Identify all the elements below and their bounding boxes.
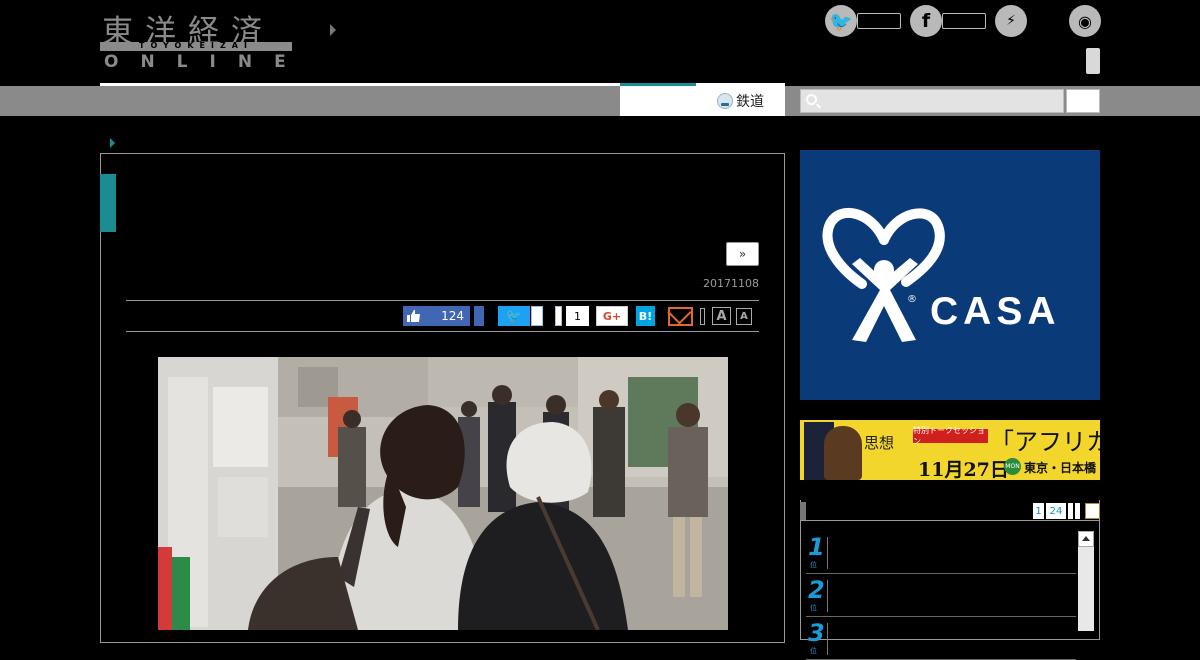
pocket-count: 1 xyxy=(566,306,589,326)
twitter-follow-count xyxy=(857,13,901,29)
casa-registered-mark: ® xyxy=(907,294,917,305)
tweet-button[interactable]: 🐦 xyxy=(498,306,530,326)
share-divider-top xyxy=(126,300,759,301)
print-button[interactable] xyxy=(700,308,705,325)
ranking-item[interactable]: 2 位 xyxy=(806,574,1076,617)
ranking-number: 2 xyxy=(808,576,825,604)
facebook-glyph: f xyxy=(921,10,931,32)
ranking-separator xyxy=(827,580,828,612)
ranking-separator xyxy=(827,537,828,569)
nav-tab-rail-label: 鉄道 xyxy=(736,94,764,110)
chevron-right-icon[interactable] xyxy=(330,24,336,36)
breadcrumb-arrow-icon xyxy=(110,138,115,148)
font-size-large-button[interactable]: A xyxy=(712,307,731,325)
ranking-number: 3 xyxy=(808,619,825,647)
ad-event-label: 特別トークセッション xyxy=(913,426,988,446)
ranking-item[interactable]: 1 位 xyxy=(806,531,1076,574)
facebook-share-button[interactable] xyxy=(474,306,484,326)
train-icon xyxy=(717,93,733,109)
font-size-small-button[interactable]: A xyxy=(736,308,752,325)
site-logo[interactable]: 東洋経済 TOYOKEIZAI ONLINE xyxy=(100,6,294,72)
ranking-suffix: 位 xyxy=(810,561,817,569)
logo-online: ONLINE xyxy=(104,52,308,72)
casa-logo-icon xyxy=(822,207,945,342)
ad-banner-africa[interactable]: 思想 特別トークセッション 「アフリカ」 11月27日 MON 東京・日本橋 xyxy=(800,420,1100,480)
article-photo xyxy=(158,357,728,630)
twitter-glyph: 🐦 xyxy=(829,10,853,33)
ad-banner-casa[interactable]: ® CASA xyxy=(800,150,1100,400)
ad-event-title: 「アフリカ」 xyxy=(990,428,1100,456)
search-button[interactable] xyxy=(1066,89,1100,113)
rss-glyph: ◉ xyxy=(1078,11,1092,31)
facebook-like-count: 124 xyxy=(441,309,464,323)
next-page-button[interactable]: » xyxy=(726,242,759,266)
ad-event-date: 11月27日 xyxy=(918,459,1009,480)
search-icon xyxy=(806,94,817,105)
messenger-glyph: ⚡ xyxy=(1006,13,1016,29)
header-menu-button[interactable] xyxy=(1086,48,1100,74)
rss-icon[interactable]: ◉ xyxy=(1069,5,1101,37)
ad-event-day: MON xyxy=(1004,458,1021,475)
ranking-item[interactable]: 3 位 xyxy=(806,617,1076,660)
pocket-button[interactable] xyxy=(555,306,562,326)
thumbs-up-icon xyxy=(407,310,420,322)
scroll-up-icon[interactable] xyxy=(1078,531,1094,547)
ranking-tab-c[interactable] xyxy=(1085,503,1100,519)
nav-tab-active[interactable] xyxy=(620,83,696,116)
casa-wordmark: CASA xyxy=(930,290,1061,333)
google-plus-button[interactable]: G+ xyxy=(596,306,628,326)
messenger-icon[interactable]: ⚡ xyxy=(995,5,1027,37)
article-title-accent xyxy=(100,174,116,232)
ranking-divider xyxy=(800,520,1100,521)
twitter-icon[interactable]: 🐦 xyxy=(825,5,857,37)
logo-roman: TOYOKEIZAI xyxy=(139,41,253,50)
tweet-glyph: 🐦 xyxy=(505,308,523,324)
ad-event-place: 東京・日本橋 xyxy=(1024,461,1097,475)
article-date: 20171108 xyxy=(703,277,759,290)
hatena-bookmark-button[interactable]: B! xyxy=(636,306,655,326)
ranking-number: 1 xyxy=(808,533,825,561)
ranking-tab-1[interactable]: 1 xyxy=(1033,503,1044,519)
ad-image-portrait xyxy=(824,426,862,480)
ranking-separator xyxy=(827,623,828,655)
ranking-suffix: 位 xyxy=(810,604,817,612)
nav-tab-rail[interactable]: 鉄道 xyxy=(696,86,785,116)
ranking-accent xyxy=(800,502,806,520)
facebook-like-count xyxy=(942,13,986,29)
facebook-icon[interactable]: f xyxy=(910,5,942,37)
ranking-tab-a[interactable] xyxy=(1068,503,1073,519)
ranking-tab-24[interactable]: 24 xyxy=(1046,503,1066,519)
search-input[interactable] xyxy=(800,89,1064,113)
share-divider-bottom xyxy=(126,331,759,332)
mail-icon[interactable] xyxy=(668,307,693,326)
ranking-suffix: 位 xyxy=(810,647,817,655)
tweet-count xyxy=(531,306,543,326)
ranking-tab-b[interactable] xyxy=(1075,503,1080,519)
ad-thought-text: 思想 xyxy=(864,434,895,452)
